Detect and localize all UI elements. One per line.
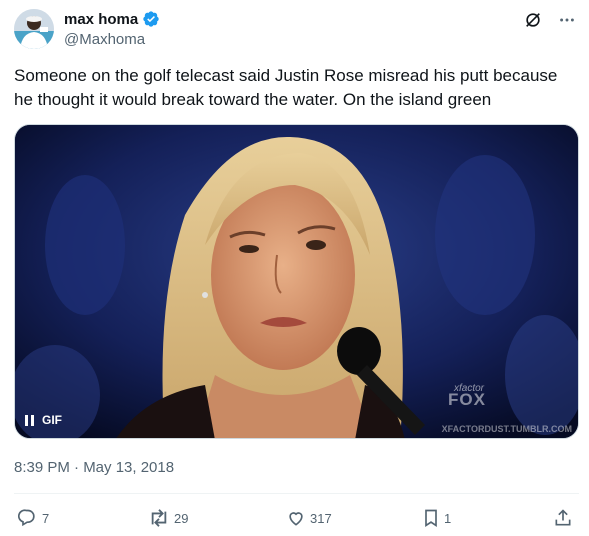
grok-icon[interactable] <box>523 10 543 30</box>
like-icon <box>286 508 306 528</box>
tweet-card: max homa @Maxhoma Someone on the golf te… <box>0 0 589 536</box>
repost-icon <box>148 508 170 528</box>
verified-badge-icon <box>142 10 160 28</box>
repost-count: 29 <box>174 510 189 526</box>
display-name[interactable]: max homa <box>64 11 138 28</box>
share-button[interactable] <box>553 508 573 528</box>
tweet-text: Someone on the golf telecast said Justin… <box>14 66 558 109</box>
pause-icon[interactable] <box>25 414 34 426</box>
reply-count: 7 <box>42 510 50 526</box>
watermark-fox: FOX <box>448 390 486 409</box>
more-icon[interactable] <box>557 10 577 30</box>
share-icon <box>553 508 573 528</box>
gif-label: GIF <box>42 413 62 427</box>
gif-badge[interactable]: GIF <box>25 413 62 427</box>
gif-frame-image <box>15 125 578 438</box>
watermark-tumblr: XFACTORDUST.TUMBLR.COM <box>441 424 572 434</box>
top-actions <box>523 10 577 30</box>
reply-icon <box>18 508 38 528</box>
bookmark-icon <box>422 508 440 528</box>
reply-button[interactable]: 7 <box>18 508 49 528</box>
divider <box>14 493 579 494</box>
bookmark-button[interactable]: 1 <box>422 508 451 528</box>
like-count: 317 <box>310 510 332 526</box>
repost-button[interactable]: 29 <box>148 508 188 528</box>
tweet-timestamp[interactable]: 8:39 PM · May 13, 2018 <box>14 459 174 476</box>
handle[interactable]: @Maxhoma <box>64 31 160 48</box>
bookmark-count: 1 <box>444 510 452 526</box>
avatar[interactable] <box>14 9 54 49</box>
gif-media[interactable]: xfactor FOX XFACTORDUST.TUMBLR.COM GIF <box>14 124 579 439</box>
author-block: max homa @Maxhoma <box>64 9 160 48</box>
like-button[interactable]: 317 <box>286 508 332 528</box>
action-bar: 7 29 317 1 <box>0 508 589 530</box>
